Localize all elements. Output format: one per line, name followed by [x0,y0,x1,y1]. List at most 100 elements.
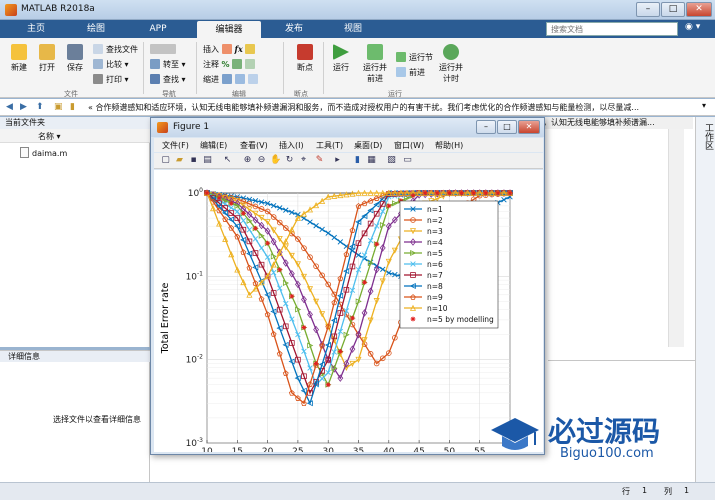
hide-plot-tools-icon[interactable]: ▧ [386,155,397,166]
run-and-advance-button[interactable]: 运行并 前进 [358,44,392,84]
new-button[interactable]: 新建 [8,44,30,73]
find-button[interactable]: 查找 ▾ [150,74,186,85]
series-11-point [459,190,464,196]
browse-folder-icon[interactable]: ▣ [54,101,66,113]
x-tick-label: 20 [262,447,274,452]
error-rate-chart[interactable]: 1015202530354045505510010-110-210-3Thres… [154,170,543,468]
minimize-button[interactable]: – [636,2,660,17]
legend-icon[interactable]: ▦ [366,155,377,166]
tab-plots[interactable]: 绘图 [66,20,126,38]
figure-maximize-button[interactable]: □ [497,120,517,134]
comment-button[interactable]: 注释 % [203,59,258,70]
figure-title: Figure 1 [173,122,210,132]
menu-tools[interactable]: 工具(T) [316,140,343,151]
tab-publish[interactable]: 发布 [266,20,322,38]
goto-button[interactable]: 转至 ▾ [150,59,186,70]
menu-view[interactable]: 查看(V) [240,140,268,151]
forward-arrow-icon[interactable]: ▶ [20,101,32,113]
folder-icon: ▮ [70,102,75,112]
watermark-title: 必过源码 [548,415,661,448]
up-folder-icon[interactable]: ⬆ [36,101,48,113]
data-cursor-icon[interactable]: ⌖ [298,155,309,166]
x-tick-label: 30 [322,447,334,452]
figure-window[interactable]: Figure 1 – □ ✕ 文件(F) 编辑(E) 查看(V) 插入(I) 工… [150,117,545,468]
save-figure-icon[interactable]: ▪ [188,155,199,166]
menu-window[interactable]: 窗口(W) [394,140,424,151]
name-column-header[interactable]: 名称 ▾ [0,129,150,143]
plot-canvas[interactable]: 1015202530354045505510010-110-210-3Thres… [154,170,543,468]
x-tick-label: 55 [474,447,485,452]
insert-button[interactable]: 插入 fx [203,44,258,55]
path-text[interactable]: « 合作频谱感知和适应环境，认知无线电能够填补频谱漏洞和服务，而不造成对授权用户… [88,102,639,113]
menu-file[interactable]: 文件(F) [162,140,189,151]
find-files-button[interactable]: 查找文件 [93,44,138,55]
save-label: 保存 [67,63,83,72]
insert-menu-icon [245,44,256,54]
indent-button[interactable]: 缩进 [203,74,261,85]
breakpoint-icon [297,44,313,60]
zoom-in-icon[interactable]: ⊕ [242,155,253,166]
legend-label: n=10 [427,304,448,313]
print-figure-icon[interactable]: ▤ [202,155,213,166]
close-button[interactable]: ✕ [686,2,712,17]
figure-toolbar: ▢ ▰ ▪ ▤ ↖ ⊕ ⊖ ✋ ↻ ⌖ ✎ ▸ ▮ ▦ ▧ ▭ [154,153,543,169]
tab-apps[interactable]: APP [128,20,188,38]
workspace-side-tab[interactable]: 工作区 [695,117,715,482]
legend-label: n=2 [427,216,443,225]
find-label: 查找 [163,75,179,84]
x-tick-label: 25 [292,447,303,452]
details-header: 详细信息 [0,350,150,362]
file-name: daima.m [32,149,68,158]
new-label: 新建 [11,63,27,72]
compare-icon [93,59,103,69]
tab-view[interactable]: 视图 [325,20,381,38]
menu-help[interactable]: 帮助(H) [435,140,463,151]
run-button[interactable]: 运行 [328,44,354,73]
pan-hand-icon[interactable]: ✋ [270,155,281,166]
show-plot-tools-icon[interactable]: ▭ [402,155,413,166]
advance-button[interactable]: 前进 [396,67,425,78]
open-file-icon[interactable]: ▰ [174,155,185,166]
print-button[interactable]: 打印 ▾ [93,74,129,85]
editor-scrollbar[interactable] [668,129,684,347]
breakpoints-button[interactable]: 断点 [290,44,320,73]
colorbar-icon[interactable]: ▮ [352,155,363,166]
m-file-icon [20,147,29,158]
run-and-time-button[interactable]: 运行并 计时 [436,44,466,84]
save-button[interactable]: 保存 [64,44,86,73]
x-tick-label: 40 [383,447,395,452]
group-label-file: 文件 [64,90,78,98]
printer-icon [93,74,103,84]
comment-icon [232,59,243,69]
brush-icon[interactable]: ✎ [314,155,325,166]
menu-edit[interactable]: 编辑(E) [200,140,227,151]
menu-insert[interactable]: 插入(I) [279,140,304,151]
zoom-out-icon[interactable]: ⊖ [256,155,267,166]
goto-label: 转至 [163,60,179,69]
y-axis-label: Total Error rate [160,283,171,355]
advance-icon [396,67,406,77]
help-icon[interactable]: ◉ ▾ [685,22,709,36]
fx-icon[interactable]: fx [235,44,243,54]
menu-desktop[interactable]: 桌面(D) [354,140,382,151]
open-label: 打开 [39,63,55,72]
run-section-button[interactable]: 运行节 [396,52,433,63]
back-forward-buttons[interactable] [150,44,179,54]
search-documentation-input[interactable] [546,22,678,36]
tab-editor[interactable]: 编辑器 [197,21,261,38]
figure-close-button[interactable]: ✕ [518,120,540,134]
file-item[interactable]: daima.m [20,147,67,158]
open-button[interactable]: 打开 [36,44,58,73]
pointer-icon[interactable]: ↖ [222,155,233,166]
back-arrow-icon[interactable]: ◀ [6,101,18,113]
path-dropdown-icon[interactable]: ▾ [702,101,706,110]
new-figure-icon[interactable]: ▢ [160,155,171,166]
tab-home[interactable]: 主页 [8,20,64,38]
compare-button[interactable]: 比较 ▾ [93,59,129,70]
rotate-3d-icon[interactable]: ↻ [284,155,295,166]
print-label: 打印 [106,75,122,84]
maximize-button[interactable]: □ [661,2,685,17]
link-plot-icon[interactable]: ▸ [332,155,343,166]
editor-text-strip: ，认知无线电能够填补频谱漏... [543,117,693,129]
figure-minimize-button[interactable]: – [476,120,496,134]
